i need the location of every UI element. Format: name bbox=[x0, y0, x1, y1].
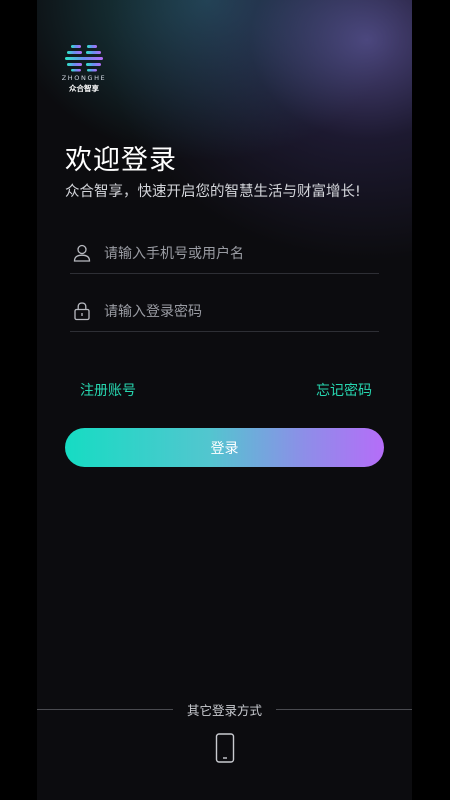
phone-login-button[interactable] bbox=[215, 733, 235, 763]
page-title: 欢迎登录 bbox=[65, 145, 177, 176]
phone-icon bbox=[215, 733, 235, 763]
logo-text-cn: 众合智享 bbox=[69, 84, 99, 93]
divider-right bbox=[276, 709, 412, 710]
password-input[interactable] bbox=[102, 297, 376, 327]
logo-mark-icon bbox=[65, 45, 103, 72]
lock-icon bbox=[74, 302, 90, 321]
username-field[interactable] bbox=[70, 235, 379, 274]
user-icon bbox=[73, 244, 91, 262]
login-button[interactable]: 登录 bbox=[65, 428, 384, 467]
background-glow bbox=[37, 0, 412, 800]
logo-text-en: ZHONGHE bbox=[61, 74, 107, 82]
page-subtitle: 众合智享，快速开启您的智慧生活与财富增长! bbox=[65, 184, 361, 200]
username-input[interactable] bbox=[102, 239, 376, 269]
other-login-section: 其它登录方式 bbox=[37, 700, 412, 718]
forgot-password-link[interactable]: 忘记密码 bbox=[316, 380, 372, 400]
brand-logo: ZHONGHE 众合智享 bbox=[59, 44, 109, 94]
login-screen: ZHONGHE 众合智享 欢迎登录 众合智享，快速开启您的智慧生活与财富增长! … bbox=[37, 0, 412, 800]
register-link[interactable]: 注册账号 bbox=[80, 380, 136, 400]
password-field[interactable] bbox=[70, 293, 379, 332]
